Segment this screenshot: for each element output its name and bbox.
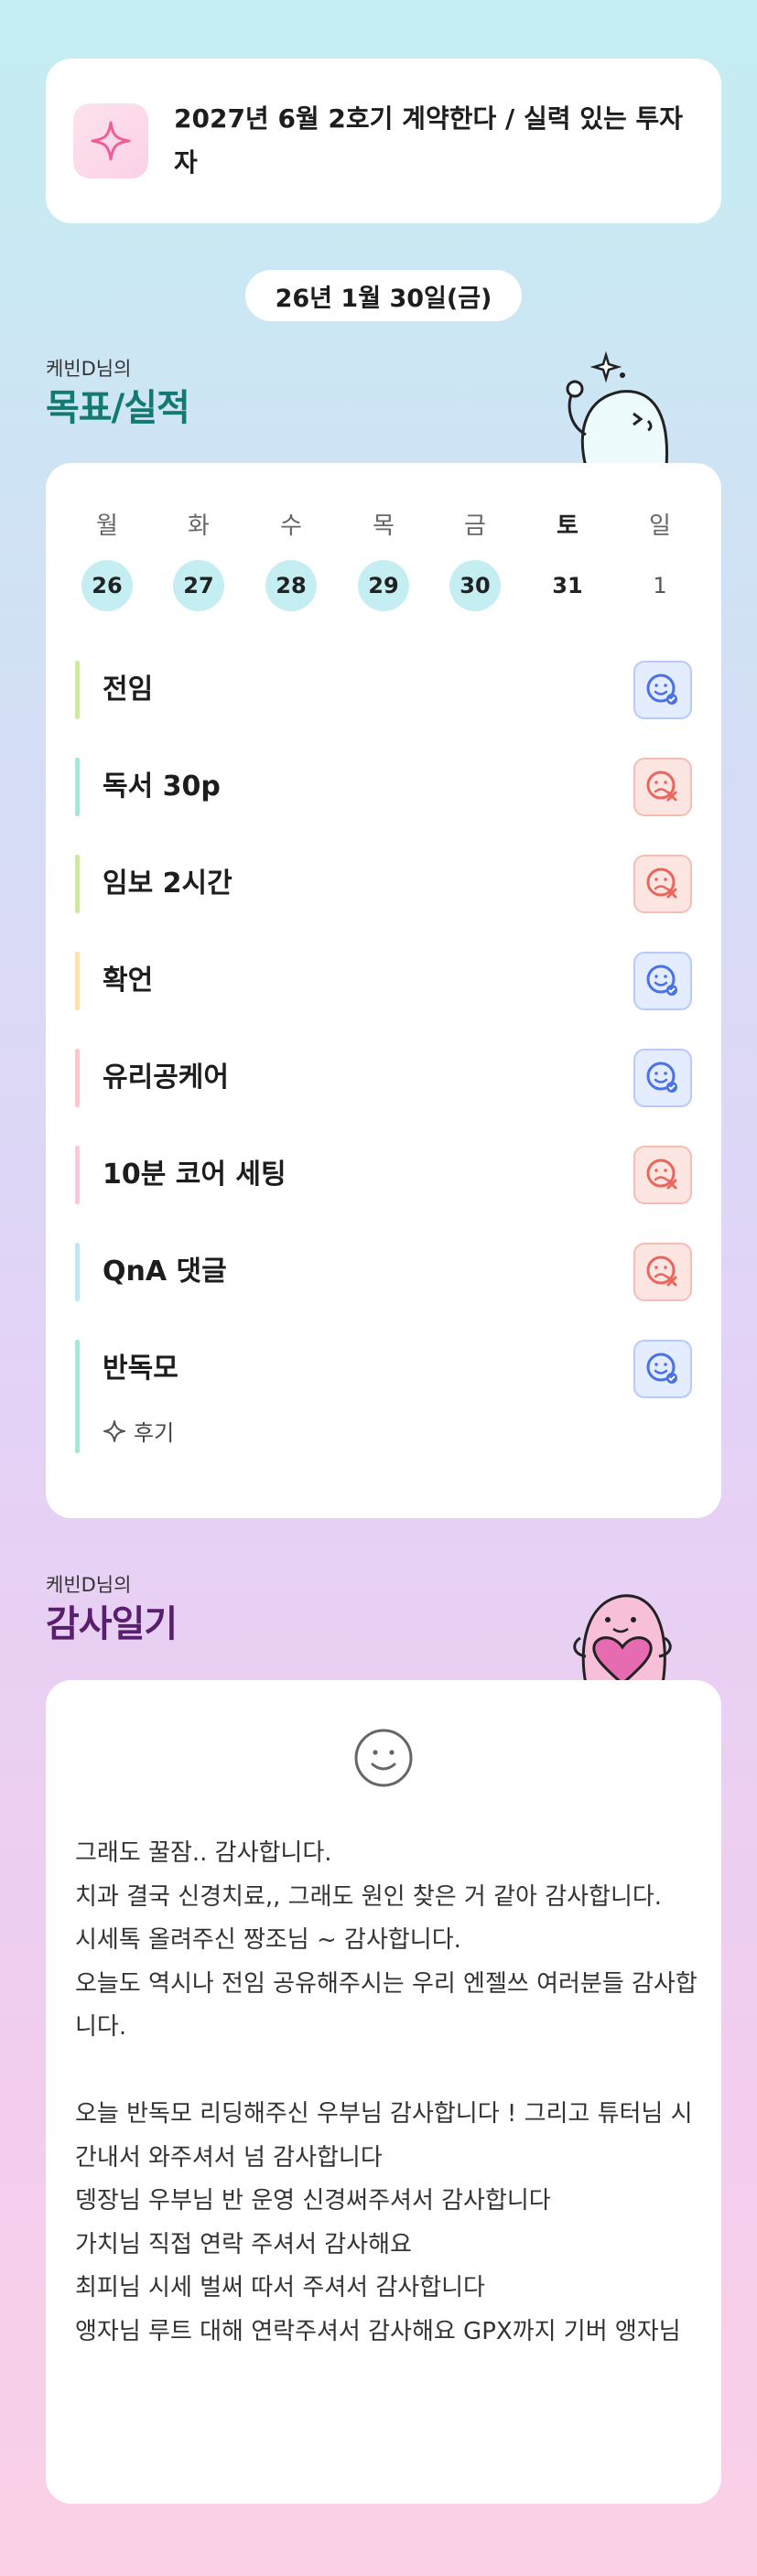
diary-card: 그래도 꿀잠.. 감사합니다. 치과 결국 신경치료,, 그래도 원인 찾은 거…	[46, 1680, 721, 2504]
status-done-icon[interactable]	[633, 1340, 692, 1398]
goal-color-bar	[75, 855, 80, 913]
mascot-heart-illustration	[573, 1594, 672, 1684]
goal-color-bar	[75, 1049, 80, 1107]
weekday-wed: 수	[280, 512, 302, 540]
weekday-tue: 화	[188, 512, 210, 540]
goal-color-bar	[75, 1340, 80, 1453]
goals-section-title: 목표/실적	[46, 387, 190, 429]
weekday-thu: 목	[373, 512, 395, 540]
weekday-mon: 월	[96, 512, 118, 540]
status-missed-icon[interactable]	[633, 855, 692, 913]
goal-label: 독서 30p	[103, 771, 221, 803]
mascot-ghost-illustration	[566, 350, 669, 467]
sparkle-small-icon	[103, 1419, 125, 1442]
date-31[interactable]: 31	[542, 560, 593, 611]
sparkle-icon	[73, 103, 148, 178]
goal-color-bar	[75, 661, 80, 719]
review-link[interactable]: 후기	[103, 1415, 174, 1447]
date-26[interactable]: 26	[81, 560, 133, 611]
weekday-sat: 토	[557, 512, 579, 540]
goal-banner[interactable]: 2027년 6월 2호기 계약한다 / 실력 있는 투자자	[46, 59, 721, 223]
goal-label: 전임	[103, 674, 154, 706]
status-missed-icon[interactable]	[633, 1146, 692, 1204]
goal-text: 2027년 6월 2호기 계약한다 / 실력 있는 투자자	[174, 103, 683, 178]
goal-label: 임보 2시간	[103, 868, 233, 900]
date-pill[interactable]: 26년 1월 30일(금)	[245, 270, 522, 321]
goal-label: QnA 댓글	[103, 1256, 227, 1288]
weekday-fri: 금	[464, 512, 486, 540]
goal-color-bar	[75, 758, 80, 816]
goal-label: 반독모	[103, 1353, 178, 1385]
diary-text: 그래도 꿀잠.. 감사합니다. 치과 결국 신경치료,, 그래도 원인 찾은 거…	[75, 1839, 698, 2345]
date-28[interactable]: 28	[265, 560, 317, 611]
goal-color-bar	[75, 1146, 80, 1204]
goal-color-bar	[75, 1243, 80, 1301]
goal-color-bar	[75, 952, 80, 1010]
goals-card: 월 화 수 목 금 토 일 26 27 28 29 30 31 1 전임 독서 …	[46, 463, 721, 1518]
goal-label: 확언	[103, 965, 154, 997]
date-30[interactable]: 30	[449, 560, 501, 611]
date-1[interactable]: 1	[634, 560, 686, 611]
goal-label: 유리공케어	[103, 1062, 229, 1094]
status-missed-icon[interactable]	[633, 758, 692, 816]
status-done-icon[interactable]	[633, 952, 692, 1010]
date-29[interactable]: 29	[358, 560, 409, 611]
goal-label: 10분 코어 세팅	[103, 1159, 287, 1191]
smile-icon	[354, 1729, 413, 1787]
review-label: 후기	[134, 1420, 175, 1446]
status-missed-icon[interactable]	[633, 1243, 692, 1301]
status-done-icon[interactable]	[633, 661, 692, 719]
date-27[interactable]: 27	[173, 560, 224, 611]
status-done-icon[interactable]	[633, 1049, 692, 1107]
weekday-sun: 일	[649, 512, 671, 540]
diary-section-title: 감사일기	[46, 1603, 178, 1645]
page: 2027년 6월 2호기 계약한다 / 실력 있는 투자자 26년 1월 30일…	[0, 0, 757, 2576]
